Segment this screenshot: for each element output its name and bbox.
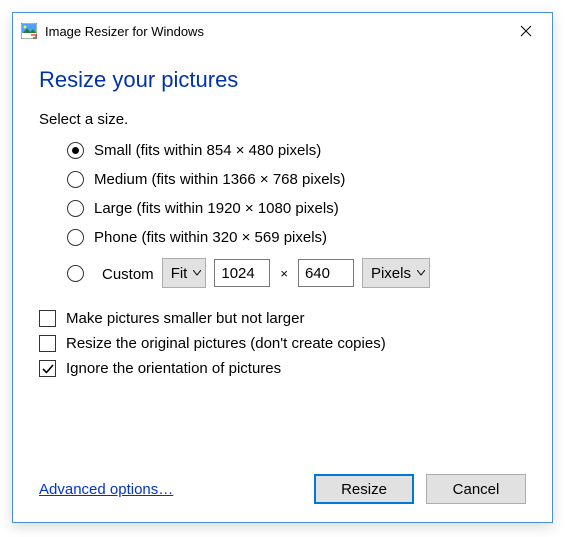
times-symbol: × — [278, 266, 290, 281]
app-icon — [21, 23, 37, 39]
size-option-medium[interactable]: Medium (fits within 1366 × 768 pixels) — [67, 171, 526, 188]
unit-value: Pixels — [371, 265, 411, 282]
resize-button[interactable]: Resize — [314, 474, 414, 504]
size-option-large[interactable]: Large (fits within 1920 × 1080 pixels) — [67, 200, 526, 217]
radio-icon — [67, 142, 84, 159]
size-option-label: Large (fits within 1920 × 1080 pixels) — [94, 200, 339, 217]
size-option-label: Phone (fits within 320 × 569 pixels) — [94, 229, 327, 246]
window-title: Image Resizer for Windows — [45, 24, 506, 39]
checkbox-icon — [39, 360, 56, 377]
option-smaller-only[interactable]: Make pictures smaller but not larger — [39, 310, 526, 327]
dialog-footer: Advanced options… Resize Cancel — [39, 458, 526, 504]
size-option-label: Medium (fits within 1366 × 768 pixels) — [94, 171, 345, 188]
advanced-options-link[interactable]: Advanced options… — [39, 481, 173, 498]
unit-dropdown[interactable]: Pixels — [362, 258, 430, 288]
option-label: Make pictures smaller but not larger — [66, 310, 304, 327]
size-option-label: Small (fits within 854 × 480 pixels) — [94, 142, 321, 159]
titlebar: Image Resizer for Windows — [13, 13, 552, 49]
option-label: Ignore the orientation of pictures — [66, 360, 281, 377]
fit-mode-dropdown[interactable]: Fit — [162, 258, 207, 288]
custom-width-input[interactable] — [214, 259, 270, 287]
radio-icon — [67, 265, 84, 282]
dialog-content: Resize your pictures Select a size. Smal… — [13, 49, 552, 522]
dialog-window: Image Resizer for Windows Resize your pi… — [12, 12, 553, 523]
cancel-button[interactable]: Cancel — [426, 474, 526, 504]
button-label: Cancel — [453, 481, 500, 498]
radio-icon — [67, 200, 84, 217]
size-option-phone[interactable]: Phone (fits within 320 × 569 pixels) — [67, 229, 526, 246]
options-group: Make pictures smaller but not larger Res… — [39, 310, 526, 385]
custom-height-input[interactable] — [298, 259, 354, 287]
custom-label: Custom — [102, 264, 154, 283]
page-heading: Resize your pictures — [39, 67, 526, 93]
size-option-small[interactable]: Small (fits within 854 × 480 pixels) — [67, 142, 526, 159]
checkbox-icon — [39, 335, 56, 352]
button-label: Resize — [341, 481, 387, 498]
size-option-custom[interactable]: Custom Fit × Pixels — [67, 258, 526, 288]
size-options-group: Small (fits within 854 × 480 pixels) Med… — [39, 142, 526, 300]
option-ignore-orientation[interactable]: Ignore the orientation of pictures — [39, 360, 526, 377]
prompt-text: Select a size. — [39, 111, 526, 128]
option-label: Resize the original pictures (don't crea… — [66, 335, 386, 352]
fit-mode-value: Fit — [171, 265, 188, 282]
radio-icon — [67, 171, 84, 188]
option-resize-original[interactable]: Resize the original pictures (don't crea… — [39, 335, 526, 352]
chevron-down-icon — [193, 270, 201, 276]
chevron-down-icon — [417, 270, 425, 276]
checkbox-icon — [39, 310, 56, 327]
radio-icon — [67, 229, 84, 246]
close-button[interactable] — [506, 16, 546, 46]
